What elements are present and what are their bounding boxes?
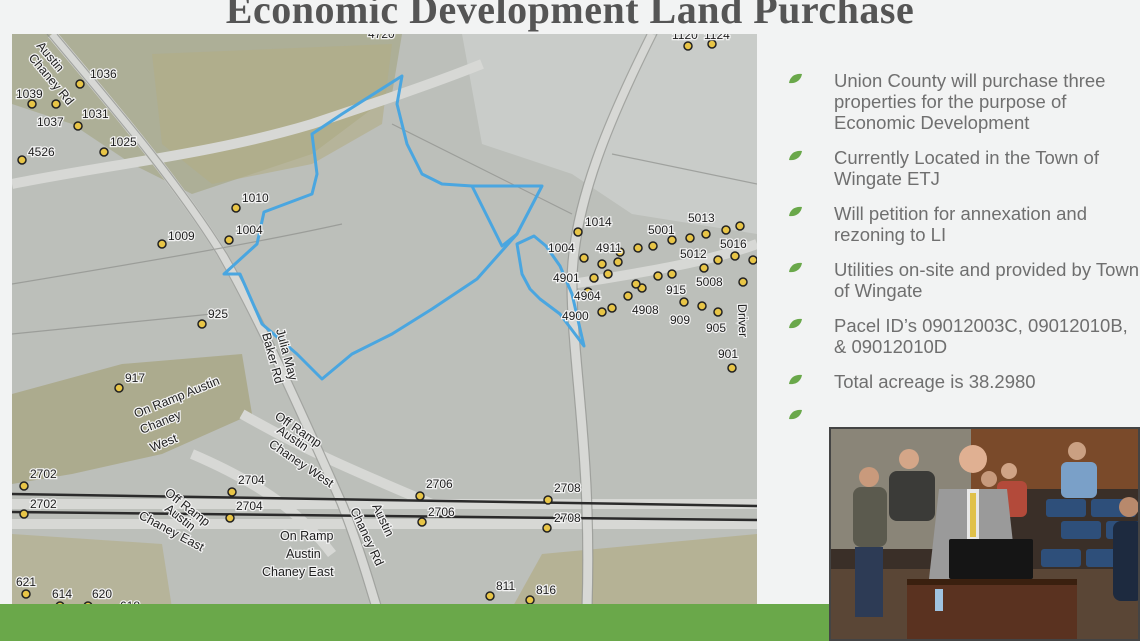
address-label: 620 <box>92 587 112 601</box>
address-label: 1010 <box>242 191 269 205</box>
address-label: 4908 <box>632 303 659 317</box>
bullet-item: Pacel ID’s 09012003C, 09012010B, & 09012… <box>788 315 1140 357</box>
address-label: 925 <box>208 307 228 321</box>
address-label: 5013 <box>688 211 715 225</box>
address-label: 2706 <box>426 477 453 491</box>
address-label: 1039 <box>16 87 43 101</box>
address-label: 614 <box>52 587 72 601</box>
address-label: 917 <box>125 371 145 385</box>
address-label: 5012 <box>680 247 707 261</box>
address-label: 4901 <box>553 271 580 285</box>
address-label: 5008 <box>696 275 723 289</box>
address-label: 4720 <box>368 34 395 41</box>
address-label: 4900 <box>562 309 589 323</box>
address-label: 4904 <box>574 289 601 303</box>
address-label: 1004 <box>236 223 263 237</box>
bullet-item: Currently Located in the Town of Wingate… <box>788 147 1140 189</box>
address-label: 1036 <box>90 67 117 81</box>
street-label: Chaney East <box>262 565 334 579</box>
video-inset <box>829 427 1140 641</box>
address-label: 2708 <box>554 511 581 525</box>
slide-title: Economic Development Land Purchase <box>225 0 915 32</box>
bullet-list: Union County will purchase three propert… <box>788 70 1140 420</box>
address-label: 905 <box>706 321 726 335</box>
bullet-text: Currently Located in the Town of Wingate… <box>834 147 1099 189</box>
site-map: 1120 1124 1036 1039 1037 1031 4526 1025 … <box>12 34 757 608</box>
address-label: 4911 <box>596 241 622 255</box>
bullet-text: Pacel ID’s 09012003C, 09012010B, & 09012… <box>834 315 1128 357</box>
address-label: 915 <box>666 283 686 297</box>
street-label: Austin <box>286 547 321 561</box>
address-label: 2704 <box>238 473 265 487</box>
leaf-icon <box>789 150 802 161</box>
address-label: 4526 <box>28 145 55 159</box>
site-map-svg: 1120 1124 1036 1039 1037 1031 4526 1025 … <box>12 34 757 608</box>
address-label: 811 <box>496 579 515 593</box>
address-label: 2708 <box>554 481 581 495</box>
address-label: 1004 <box>548 241 575 255</box>
address-label: 901 <box>718 347 738 361</box>
leaf-icon <box>789 73 802 84</box>
street-label: Driver <box>735 304 750 338</box>
address-label: 621 <box>16 575 36 589</box>
address-label: 1014 <box>585 215 612 229</box>
bullet-text: Utilities on-site and provided by Town o… <box>834 259 1140 301</box>
address-label: 1120 <box>672 34 698 42</box>
bullet-item: Total acreage is 38.2980 <box>788 371 1140 392</box>
address-label: 816 <box>536 583 556 597</box>
address-label: 1025 <box>110 135 137 149</box>
address-label: 909 <box>670 313 690 327</box>
address-label: 1037 <box>37 115 64 129</box>
address-label: 2702 <box>30 467 57 481</box>
leaf-icon <box>789 262 802 273</box>
leaf-icon <box>789 318 802 329</box>
camera-feed-icon <box>831 429 1138 639</box>
street-label: On Ramp <box>280 529 334 543</box>
leaf-icon <box>789 374 802 385</box>
bullet-text: Total acreage is 38.2980 <box>834 371 1036 392</box>
address-label: 2704 <box>236 499 263 513</box>
address-label: 5016 <box>720 237 747 251</box>
address-label: 2706 <box>428 505 455 519</box>
bullet-item: Union County will purchase three propert… <box>788 70 1140 133</box>
leaf-icon <box>789 409 802 420</box>
bullet-item: Utilities on-site and provided by Town o… <box>788 259 1140 301</box>
address-label: 1009 <box>168 229 195 243</box>
bullet-text: Union County will purchase three propert… <box>834 70 1106 133</box>
address-label: 5001 <box>648 223 675 237</box>
address-label: 1031 <box>82 107 109 121</box>
bullet-text: Will petition for annexation and rezonin… <box>834 203 1087 245</box>
leaf-icon <box>789 206 802 217</box>
address-label: 1124 <box>704 34 730 42</box>
address-label: 2702 <box>30 497 57 511</box>
bullet-item: Will petition for annexation and rezonin… <box>788 203 1140 245</box>
